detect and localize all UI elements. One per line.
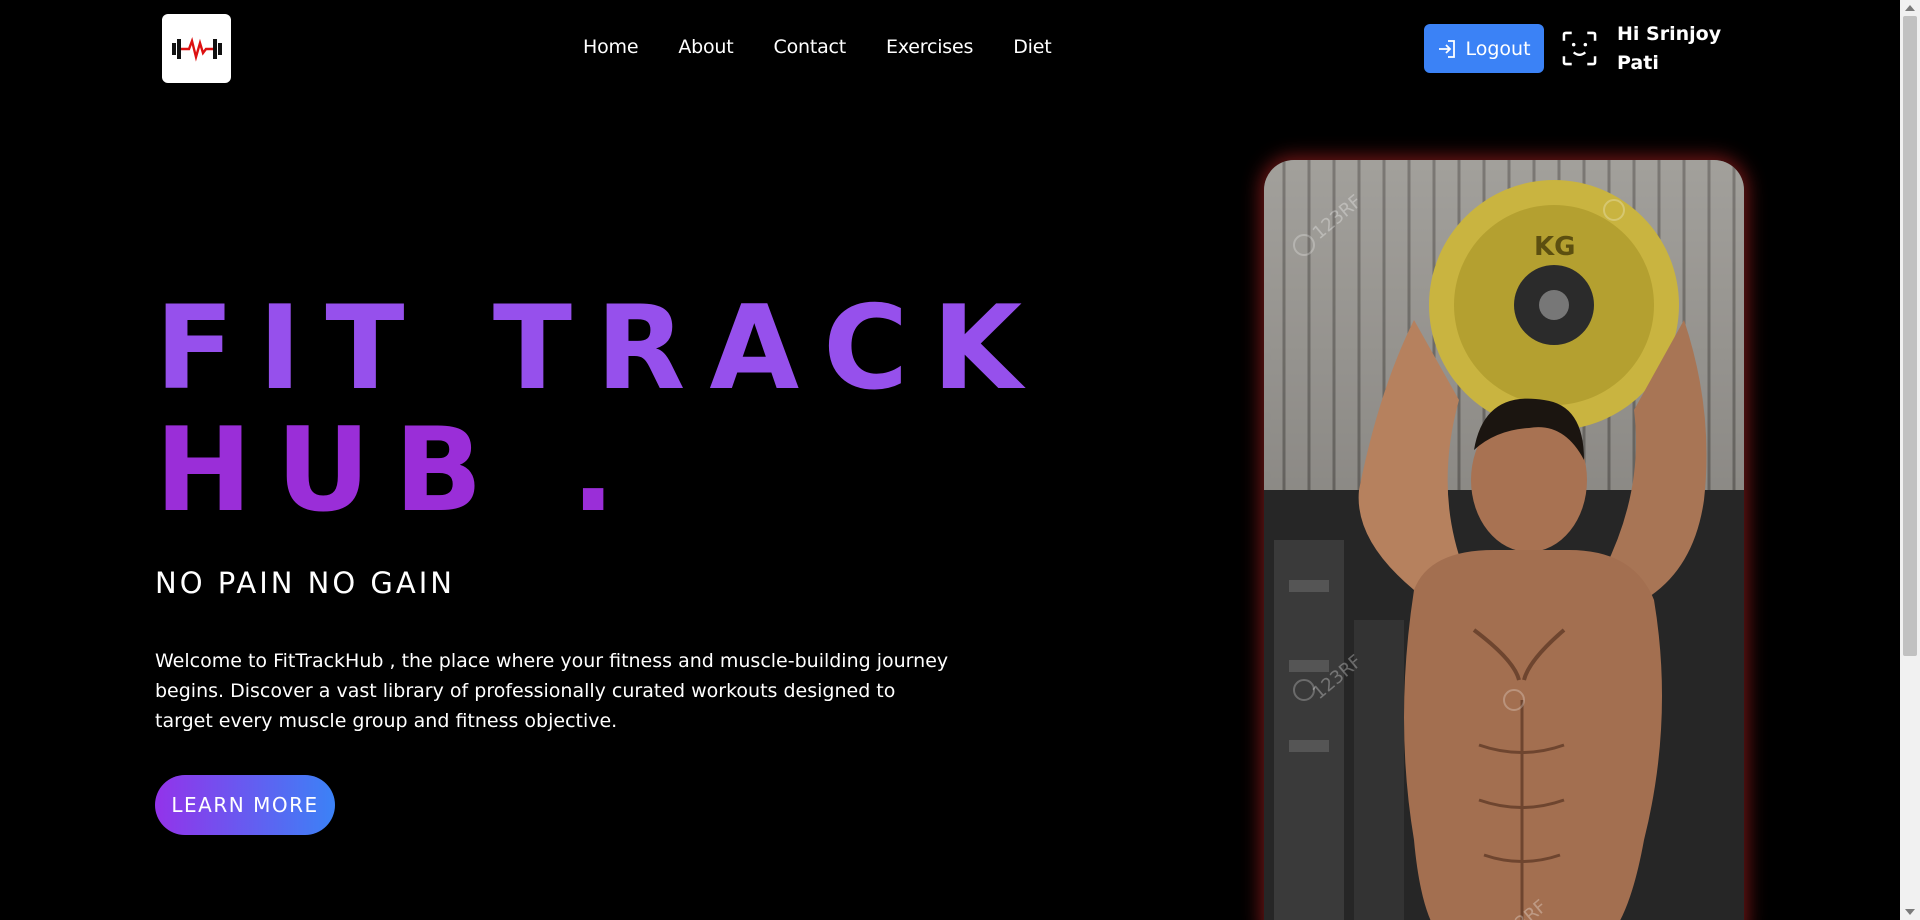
sign-in-arrow-icon: [1439, 39, 1456, 58]
heartbeat-dumbbell-icon: [171, 36, 222, 62]
svg-text:KG: KG: [1534, 232, 1576, 262]
nav-link-exercises[interactable]: Exercises: [886, 36, 973, 58]
hero-title-line2: HUB .: [155, 403, 640, 538]
user-greeting: Hi Srinjoy Pati: [1617, 23, 1722, 74]
hero-title-line1: FIT TRACK: [155, 281, 1047, 416]
scroll-up-arrow-icon[interactable]: [1905, 5, 1915, 11]
nav-link-home[interactable]: Home: [583, 36, 639, 58]
page-scrollbar[interactable]: [1900, 0, 1920, 920]
scroll-down-arrow-icon[interactable]: [1905, 909, 1915, 915]
hero-title: FIT TRACK HUB .: [155, 288, 1055, 532]
logout-button[interactable]: Logout: [1424, 24, 1544, 73]
hero-description: Welcome to FitTrackHub , the place where…: [155, 650, 949, 732]
hero-image: KG 123RF 123RF 123RF: [1264, 160, 1744, 920]
nav-link-about[interactable]: About: [678, 36, 733, 58]
scroll-thumb[interactable]: [1903, 16, 1917, 656]
page: Home About Contact Exercises Diet Logout…: [0, 0, 1920, 920]
logo[interactable]: [162, 14, 231, 83]
logout-label: Logout: [1465, 37, 1531, 60]
main-nav: Home About Contact Exercises Diet: [583, 36, 1091, 58]
face-scan-icon[interactable]: [1562, 31, 1597, 66]
nav-link-contact[interactable]: Contact: [774, 36, 847, 58]
learn-more-button[interactable]: LEARN MORE: [155, 775, 335, 835]
nav-link-diet[interactable]: Diet: [1013, 36, 1051, 58]
bodybuilder-illustration: KG 123RF 123RF 123RF: [1264, 160, 1744, 920]
tagline: NO PAIN NO GAIN: [155, 566, 455, 600]
